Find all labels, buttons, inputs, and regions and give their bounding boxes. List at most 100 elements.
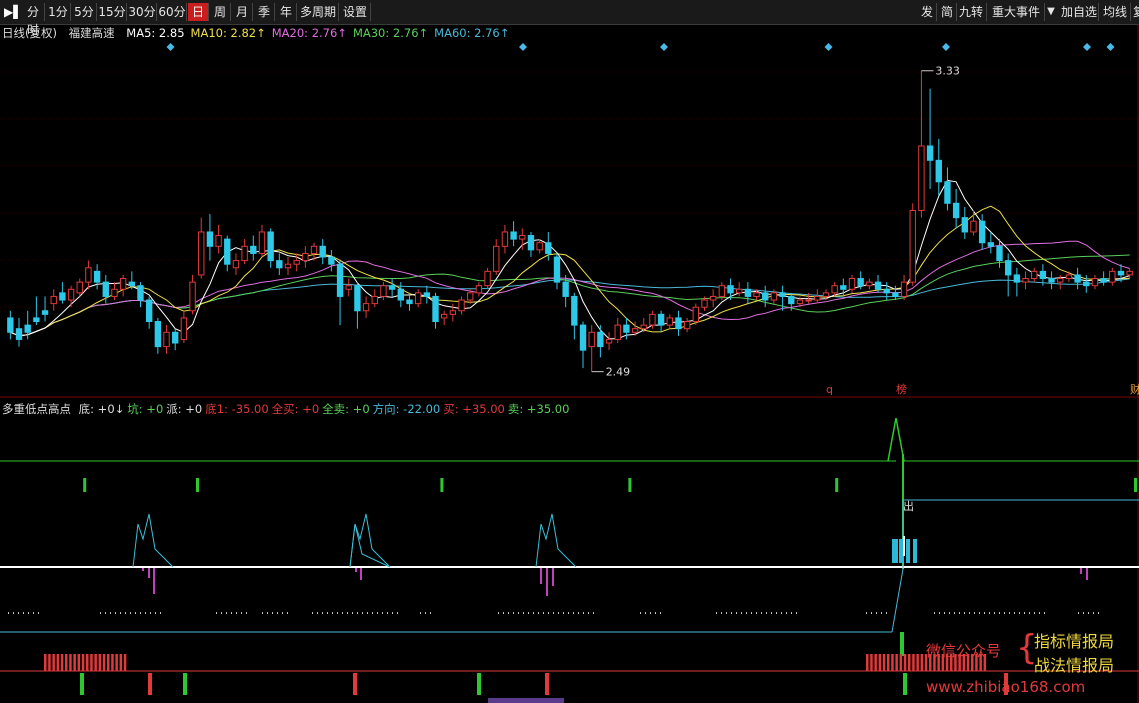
period-tab-3[interactable]: 15分 — [98, 3, 127, 21]
period-tab-8[interactable]: 月 — [232, 3, 253, 21]
magenta-dip — [153, 568, 155, 594]
toolbar-btn-4[interactable]: 加自选 — [1060, 3, 1099, 21]
candle-body — [666, 317, 673, 326]
period-tab-10[interactable]: 年 — [276, 3, 297, 21]
ma20-line — [10, 240, 1130, 337]
period-tab-6[interactable]: 日 — [188, 3, 209, 21]
event-diamond — [166, 43, 175, 51]
candle-body — [33, 317, 40, 323]
candle-body — [631, 328, 639, 333]
kline-chart[interactable]: 3.33 2.49 q 榜 财出 — [0, 24, 1139, 703]
period-tab-1[interactable]: 1分 — [46, 3, 71, 21]
candle-body — [1117, 270, 1125, 276]
toolbar-btn-0[interactable]: 发 — [918, 3, 937, 21]
period-tab-12[interactable]: 设置 — [340, 3, 371, 21]
candle-body — [198, 231, 205, 276]
candle-body — [814, 295, 821, 301]
toolbar-btn-6[interactable]: 复 — [1132, 3, 1139, 21]
red-bar — [90, 654, 93, 671]
bottom-red-mark — [148, 673, 152, 695]
watermark: 微信公众号 { 指标情报局 战法情报局 www.zhibiao168.com — [926, 628, 1136, 700]
candle-body — [831, 285, 838, 294]
candle-body — [493, 245, 500, 272]
red-bar — [891, 654, 894, 671]
candle-body — [1013, 274, 1021, 283]
candle-body — [909, 209, 916, 283]
event-diamond — [1106, 43, 1115, 51]
candle-body — [657, 313, 665, 326]
red-bar — [111, 654, 114, 671]
candle-body — [562, 281, 569, 297]
candle-body — [388, 285, 396, 290]
period-tab-11[interactable]: 多周期 — [298, 3, 339, 21]
period-tab-2[interactable]: 5分 — [72, 3, 97, 21]
period-tab-7[interactable]: 周 — [210, 3, 231, 21]
green-tick — [835, 478, 839, 492]
red-bar — [56, 654, 60, 671]
period-tab-4[interactable]: 30分 — [128, 3, 157, 21]
magenta-dip — [360, 568, 362, 580]
candle-body — [1091, 278, 1099, 287]
candle-body — [892, 292, 899, 297]
candle-body — [709, 295, 717, 301]
candle-body — [614, 324, 621, 340]
candle-body — [467, 292, 474, 301]
chevron-down-icon[interactable]: ▼ — [1044, 3, 1058, 21]
green-tick — [628, 478, 632, 492]
period-tab-9[interactable]: 季 — [254, 3, 275, 21]
candle-body — [649, 313, 656, 326]
candle-body — [623, 324, 630, 333]
candle-body — [779, 292, 786, 297]
ma5-line — [10, 179, 1130, 340]
white-bar — [903, 536, 905, 556]
expand-arrow-icon[interactable]: ▶▌ — [4, 3, 24, 21]
candle-body — [501, 231, 509, 247]
brand-1: 指标情报局 — [1034, 632, 1115, 651]
candle-body — [475, 285, 483, 294]
red-bar — [887, 654, 890, 671]
bottom-red-mark — [353, 673, 357, 695]
candle-body — [727, 285, 734, 294]
candle-body — [449, 310, 457, 315]
magenta-dip — [142, 568, 144, 571]
date-highlight — [488, 698, 564, 703]
toolbar-btn-5[interactable]: 均线 — [1100, 3, 1131, 21]
candle-body — [1031, 270, 1038, 280]
marker-label: 榜 — [896, 382, 907, 396]
candle-body — [284, 263, 292, 269]
brand-2: 战法情报局 — [1034, 656, 1115, 675]
candle-body — [640, 324, 647, 330]
red-bar — [94, 654, 97, 671]
cyan-bar — [906, 539, 910, 563]
candle-body — [510, 231, 517, 240]
bottom-green-mark — [80, 673, 84, 695]
candle-body — [406, 299, 413, 305]
candle-body — [553, 256, 561, 283]
magenta-dip — [1086, 568, 1088, 580]
cyan-bar — [892, 539, 898, 563]
candle-body — [137, 285, 144, 301]
candle-body — [258, 231, 266, 254]
candle-body — [744, 288, 752, 297]
period-tab-0[interactable]: 分时 — [22, 3, 45, 37]
candle-body — [736, 288, 743, 294]
candle-body — [354, 285, 361, 312]
red-bar — [895, 654, 898, 671]
candle-body — [336, 263, 344, 297]
red-bar — [98, 654, 102, 671]
candle-body — [380, 285, 387, 297]
period-tab-5[interactable]: 60分 — [158, 3, 187, 21]
candle-body — [423, 292, 431, 297]
candle-body — [458, 299, 465, 312]
low-label: 2.49 — [606, 366, 631, 379]
candle-body — [961, 217, 968, 233]
red-bar — [77, 654, 81, 671]
candle-body — [571, 295, 578, 326]
toolbar-btn-2[interactable]: 九转 — [956, 3, 987, 21]
candle-body — [484, 270, 491, 287]
toolbar-btn-3[interactable]: 重大事件 — [988, 3, 1045, 21]
green-bar — [900, 632, 904, 656]
candle-body — [232, 260, 240, 269]
candle-body — [67, 288, 75, 301]
toolbar-btn-1[interactable]: 简 — [938, 3, 957, 21]
